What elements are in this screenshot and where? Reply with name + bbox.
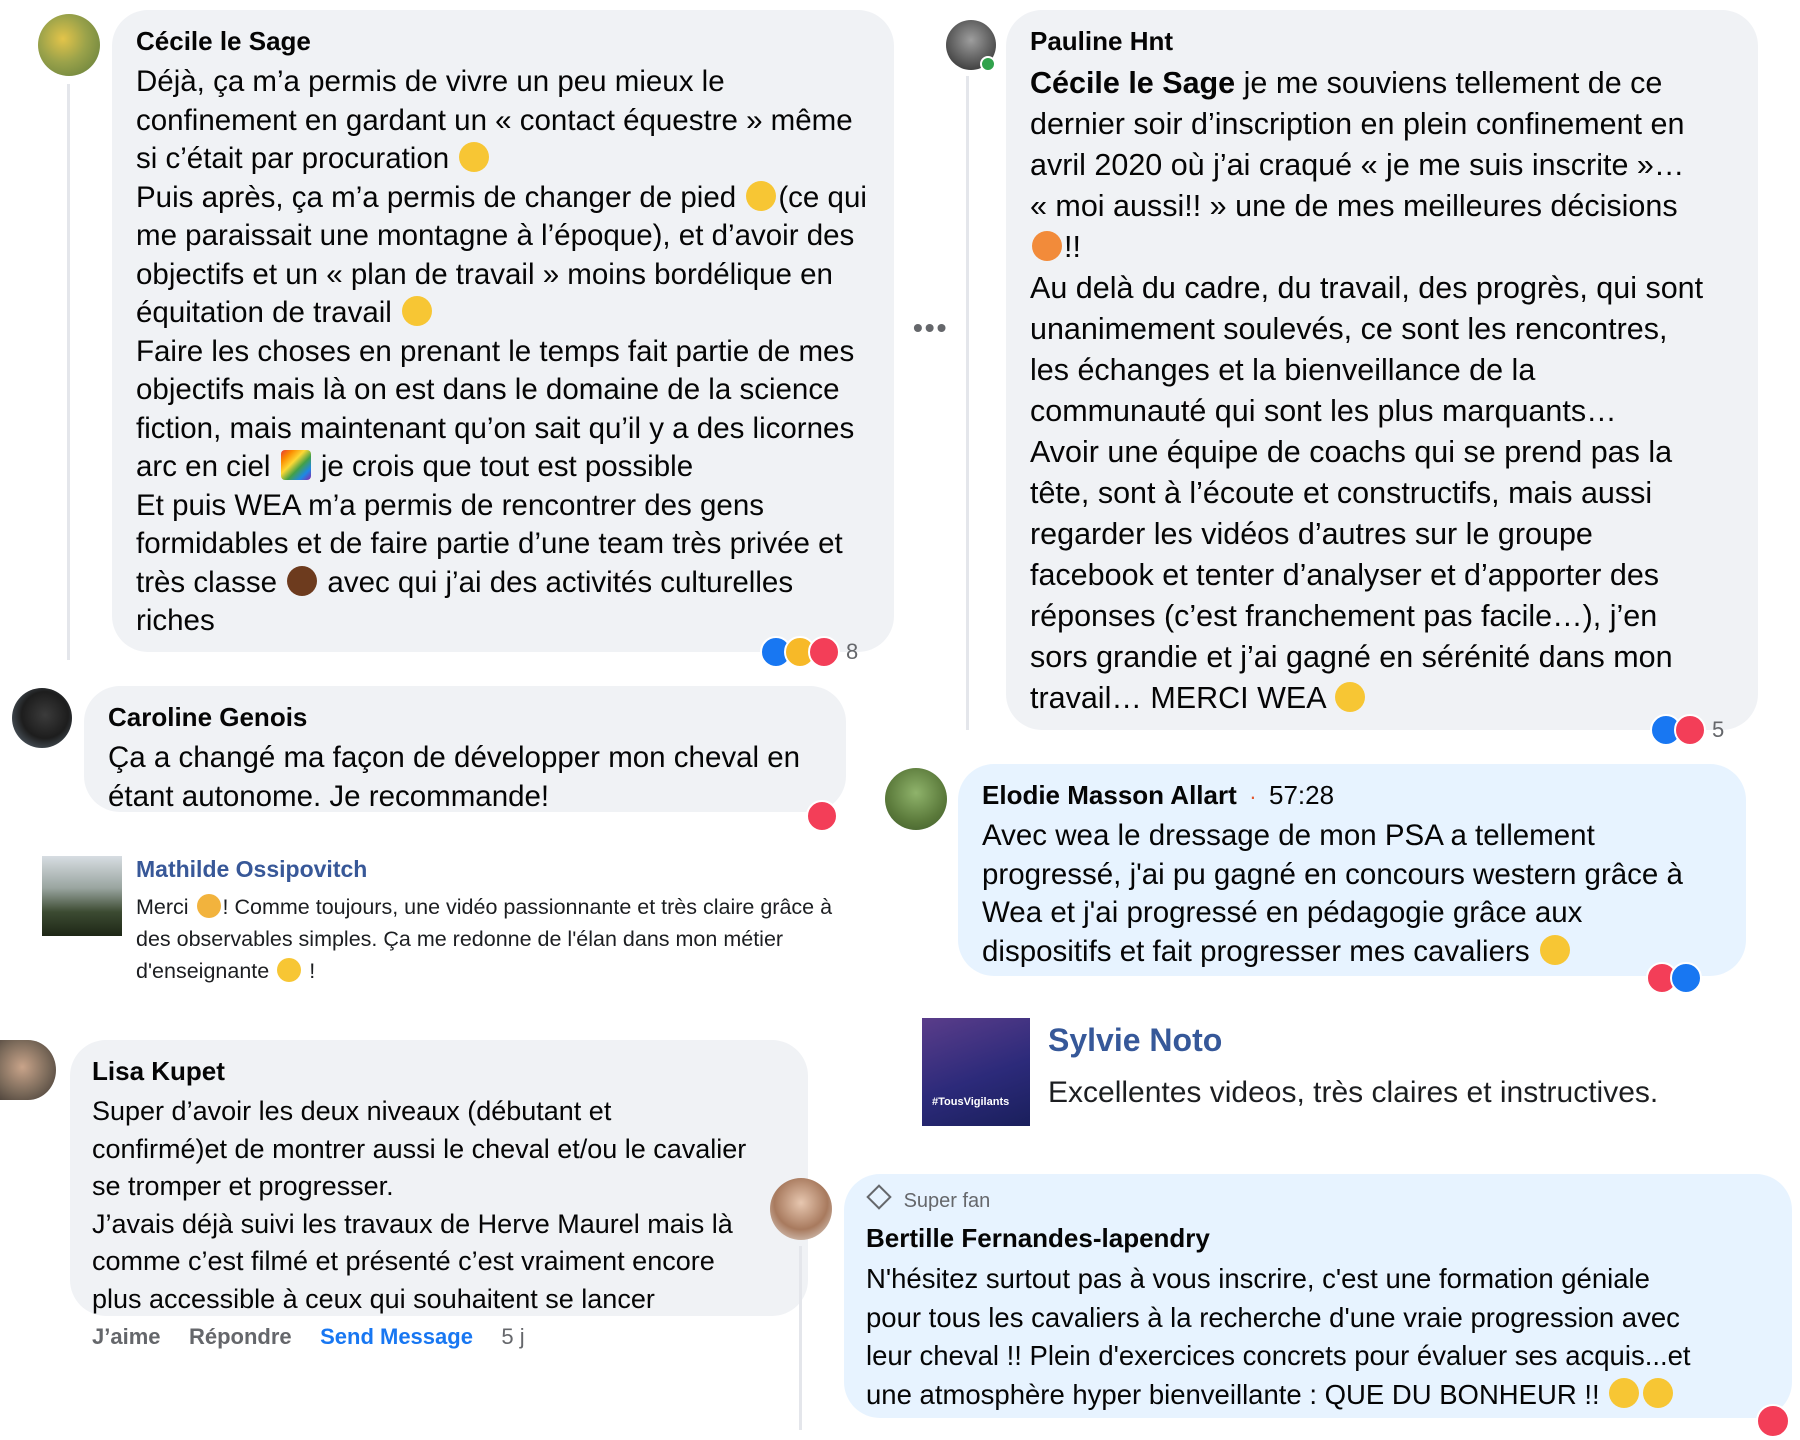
- star-struck-emoji-icon: [1609, 1377, 1640, 1408]
- reaction-summary[interactable]: 8: [760, 636, 858, 668]
- comment-actions: J’aime Répondre Send Message 5 j: [92, 1324, 549, 1350]
- comment-bubble: Super fan Bertille Fernandes-lapendry N'…: [844, 1174, 1792, 1418]
- send-message-button[interactable]: Send Message: [320, 1324, 473, 1349]
- reply-button[interactable]: Répondre: [189, 1324, 292, 1349]
- wink-emoji-icon: [1539, 934, 1570, 965]
- comment-bubble: Pauline Hnt Cécile le Sage je me souvien…: [1006, 10, 1758, 730]
- avatar[interactable]: [0, 1040, 56, 1100]
- turkey-emoji-icon: [287, 565, 318, 596]
- smiling-hearts-emoji-icon: [1032, 231, 1062, 261]
- comment-bubble: Caroline Genois Ça a changé ma façon de …: [84, 686, 846, 813]
- more-options-icon[interactable]: •••: [913, 312, 948, 344]
- comment-block: Mathilde Ossipovitch Merci ! Comme toujo…: [136, 856, 916, 987]
- reaction-summary[interactable]: [806, 800, 838, 832]
- thread-line: [966, 76, 969, 730]
- thread-line: [67, 84, 70, 660]
- timestamp[interactable]: 57:28: [1269, 780, 1334, 810]
- comment-text: Avec wea le dressage de mon PSA a tellem…: [982, 819, 1683, 968]
- comment-bubble: Lisa Kupet Super d’avoir les deux niveau…: [70, 1040, 808, 1316]
- reaction-count: 8: [846, 639, 859, 664]
- super-fan-diamond-icon: [866, 1184, 892, 1210]
- thread-line: [799, 1246, 802, 1430]
- avatar-caption: #TousVigilants: [932, 1096, 1010, 1108]
- commenter-name[interactable]: Bertille Fernandes-lapendry: [866, 1223, 1770, 1254]
- comment-text: Super d’avoir les deux niveaux (débutant…: [92, 1096, 747, 1314]
- mentioned-user[interactable]: Cécile le Sage: [1030, 66, 1235, 100]
- comment-bubble: Cécile le Sage Déjà, ça m’a permis de vi…: [112, 10, 894, 652]
- avatar[interactable]: #TousVigilants: [922, 1018, 1030, 1126]
- avatar[interactable]: [38, 14, 100, 76]
- reaction-summary[interactable]: 5: [1650, 714, 1724, 746]
- comment-text: Déjà, ça m’a permis de vivre un peu mieu…: [136, 65, 867, 637]
- love-reaction-icon: [1674, 714, 1706, 746]
- avatar[interactable]: [885, 768, 947, 830]
- comment-text: N'hésitez surtout pas à vous inscrire, c…: [866, 1263, 1691, 1410]
- smiling-emoji-icon: [459, 142, 490, 172]
- folded-hands-emoji-icon: [196, 894, 221, 918]
- comment-text: Ça a changé ma façon de développer mon c…: [108, 741, 801, 813]
- avatar[interactable]: [42, 856, 122, 936]
- online-status-dot: [980, 56, 996, 72]
- badge: Super fan: [866, 1184, 1770, 1213]
- comment-bubble: Elodie Masson Allart · 57:28 Avec wea le…: [958, 764, 1746, 976]
- commenter-name[interactable]: Cécile le Sage: [136, 26, 870, 57]
- rainbow-emoji-icon: [280, 450, 311, 480]
- commenter-name[interactable]: Sylvie Noto: [1048, 1022, 1222, 1059]
- star-struck-emoji-icon: [1643, 1377, 1674, 1408]
- avatar[interactable]: [770, 1178, 832, 1240]
- commenter-name[interactable]: Lisa Kupet: [92, 1056, 786, 1087]
- commenter-name[interactable]: Caroline Genois: [108, 702, 822, 733]
- love-reaction-icon: [808, 636, 840, 668]
- like-reaction-icon: [1670, 962, 1702, 994]
- grinning-emoji-icon: [402, 296, 433, 326]
- love-reaction-icon: [806, 800, 838, 832]
- avatar[interactable]: [12, 688, 72, 748]
- timestamp[interactable]: 5 j: [501, 1324, 524, 1349]
- comment-text: Cécile le Sage je me souviens tellement …: [1030, 66, 1704, 715]
- like-button[interactable]: J’aime: [92, 1324, 161, 1349]
- separator-dot: ·: [1249, 784, 1257, 809]
- reaction-summary[interactable]: [1646, 962, 1702, 994]
- commenter-name[interactable]: Mathilde Ossipovitch: [136, 856, 916, 883]
- reaction-summary[interactable]: [1756, 1404, 1790, 1438]
- comment-text: Merci ! Comme toujours, une vidéo passio…: [136, 894, 833, 983]
- wink-emoji-icon: [277, 958, 302, 982]
- comment-text: Excellentes videos, très claires et inst…: [1048, 1076, 1659, 1109]
- commenter-name[interactable]: Pauline Hnt: [1030, 26, 1734, 57]
- kiss-emoji-icon: [1335, 682, 1366, 712]
- love-reaction-icon: [1756, 1404, 1790, 1438]
- commenter-name[interactable]: Elodie Masson Allart: [982, 780, 1237, 810]
- smiling-emoji-icon: [746, 180, 777, 211]
- reaction-count: 5: [1712, 717, 1725, 742]
